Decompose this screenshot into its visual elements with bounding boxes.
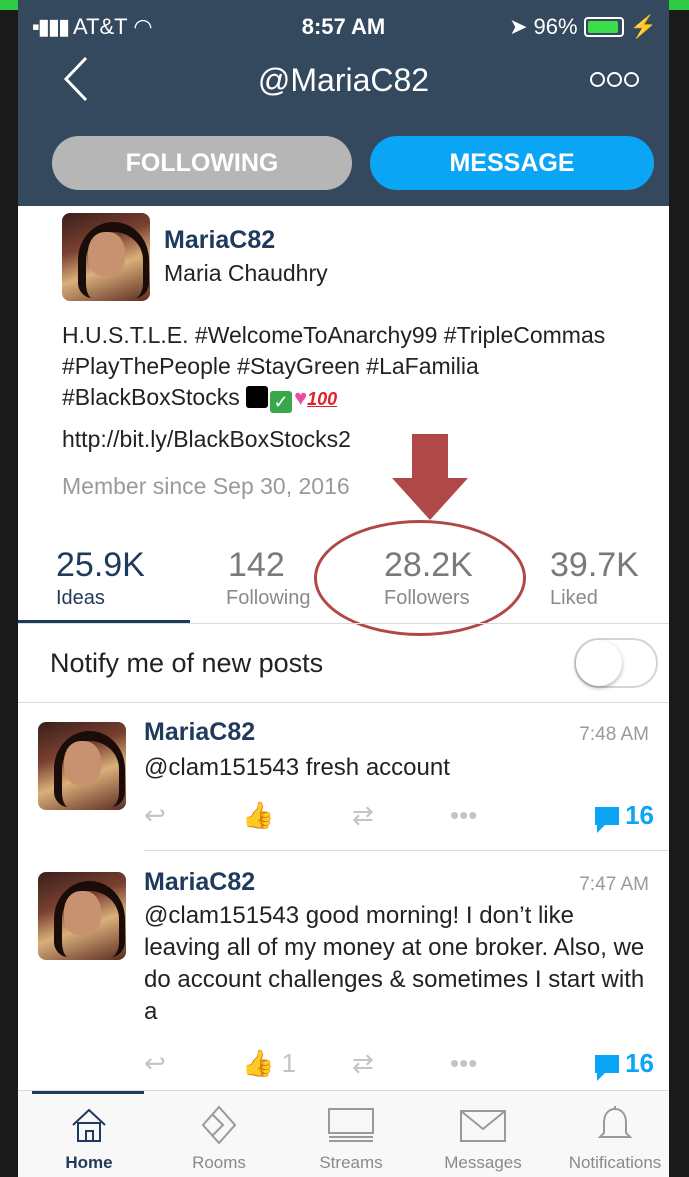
stat-liked-label: Liked <box>550 587 598 609</box>
stat-ideas-label: Ideas <box>56 587 105 609</box>
tab-bar: Home Rooms Streams Messages Notification… <box>18 1090 669 1177</box>
tab-messages-label: Messages <box>444 1153 522 1172</box>
post-text: @clam151543 good morning! I don’t like l… <box>144 902 645 1025</box>
stat-following-label: Following <box>226 587 311 609</box>
post-actions: ↩ 👍 ⇄ ••• 16 <box>144 800 654 840</box>
tab-rooms[interactable]: Rooms <box>154 1091 284 1177</box>
post-time: 7:47 AM <box>579 874 649 895</box>
profile-full-name: Maria Chaudhry <box>164 260 328 286</box>
divider <box>18 623 669 624</box>
sparkling-heart-icon: ♥ <box>294 385 308 410</box>
comments-count[interactable]: 16 <box>595 800 654 833</box>
check-mark-icon: ✓ <box>270 391 293 413</box>
home-icon <box>72 1108 106 1142</box>
tab-rooms-label: Rooms <box>192 1153 246 1172</box>
profile-bio: H.U.S.T.L.E. #WelcomeToAnarchy99 #Triple… <box>62 320 662 415</box>
stat-ideas-value: 25.9K <box>56 546 145 584</box>
rooms-icon <box>201 1105 237 1145</box>
location-icon: ➤ <box>509 14 528 39</box>
comment-icon <box>595 1054 620 1081</box>
profile-avatar[interactable] <box>62 213 150 301</box>
tab-streams-label: Streams <box>319 1153 383 1172</box>
more-options-button[interactable] <box>590 72 639 87</box>
page-title: @MariaC82 <box>257 62 430 98</box>
repost-icon[interactable]: ⇄ <box>352 1048 374 1079</box>
charging-icon: ⚡ <box>629 14 657 39</box>
tab-home-label: Home <box>65 1153 113 1172</box>
post-avatar[interactable] <box>38 872 126 960</box>
stat-liked-value: 39.7K <box>550 546 639 584</box>
reply-icon[interactable]: ↩ <box>144 1048 166 1079</box>
like-icon[interactable]: 👍 1 <box>242 1048 296 1079</box>
profile-username: MariaC82 <box>164 226 276 254</box>
stat-following[interactable]: 142 Following <box>226 546 310 610</box>
tab-home[interactable]: Home <box>24 1091 154 1177</box>
post-username[interactable]: MariaC82 <box>144 718 255 747</box>
status-battery: ➤ 96% ⚡ <box>509 14 657 39</box>
tab-notifications-label: Notifications <box>568 1153 662 1172</box>
phone-screen: ▪▮▮▮ AT&T ◠ 8:57 AM ➤ 96% ⚡ @MariaC82 FO… <box>18 0 669 1177</box>
black-square-icon <box>246 386 269 408</box>
divider <box>144 850 669 851</box>
annotation-arrow-icon <box>392 434 468 520</box>
stat-liked[interactable]: 39.7K Liked <box>550 546 639 610</box>
tab-streams[interactable]: Streams <box>286 1091 416 1177</box>
post-actions: ↩ 👍 1 ⇄ ••• 16 <box>144 1048 654 1088</box>
hundred-points-icon: 100 <box>307 389 338 409</box>
comments-count[interactable]: 16 <box>595 1048 654 1081</box>
post-username[interactable]: MariaC82 <box>144 868 255 897</box>
divider <box>18 702 669 703</box>
battery-icon <box>583 17 624 37</box>
annotation-circle <box>314 520 526 636</box>
post-time: 7:48 AM <box>579 724 649 745</box>
post-avatar[interactable] <box>38 722 126 810</box>
comment-icon <box>595 806 620 833</box>
post-text: @clam151543 fresh account <box>144 754 450 781</box>
streams-icon <box>328 1108 374 1142</box>
tab-notifications[interactable]: Notifications <box>550 1091 669 1177</box>
member-since: Member since Sep 30, 2016 <box>62 473 350 499</box>
stat-following-value: 142 <box>228 546 285 584</box>
following-button[interactable]: FOLLOWING <box>52 136 352 190</box>
envelope-icon <box>460 1110 506 1142</box>
profile-link[interactable]: http://bit.ly/BlackBoxStocks2 <box>62 426 351 453</box>
bell-icon <box>597 1106 633 1138</box>
reply-icon[interactable]: ↩ <box>144 800 166 831</box>
tab-messages[interactable]: Messages <box>418 1091 548 1177</box>
notify-toggle[interactable] <box>574 638 658 688</box>
more-icon[interactable]: ••• <box>450 800 477 831</box>
like-icon[interactable]: 👍 <box>242 800 274 831</box>
notify-label: Notify me of new posts <box>50 648 324 678</box>
more-icon[interactable]: ••• <box>450 1048 477 1079</box>
message-button[interactable]: MESSAGE <box>370 136 654 190</box>
stat-ideas[interactable]: 25.9K Ideas <box>56 546 145 610</box>
repost-icon[interactable]: ⇄ <box>352 800 374 831</box>
